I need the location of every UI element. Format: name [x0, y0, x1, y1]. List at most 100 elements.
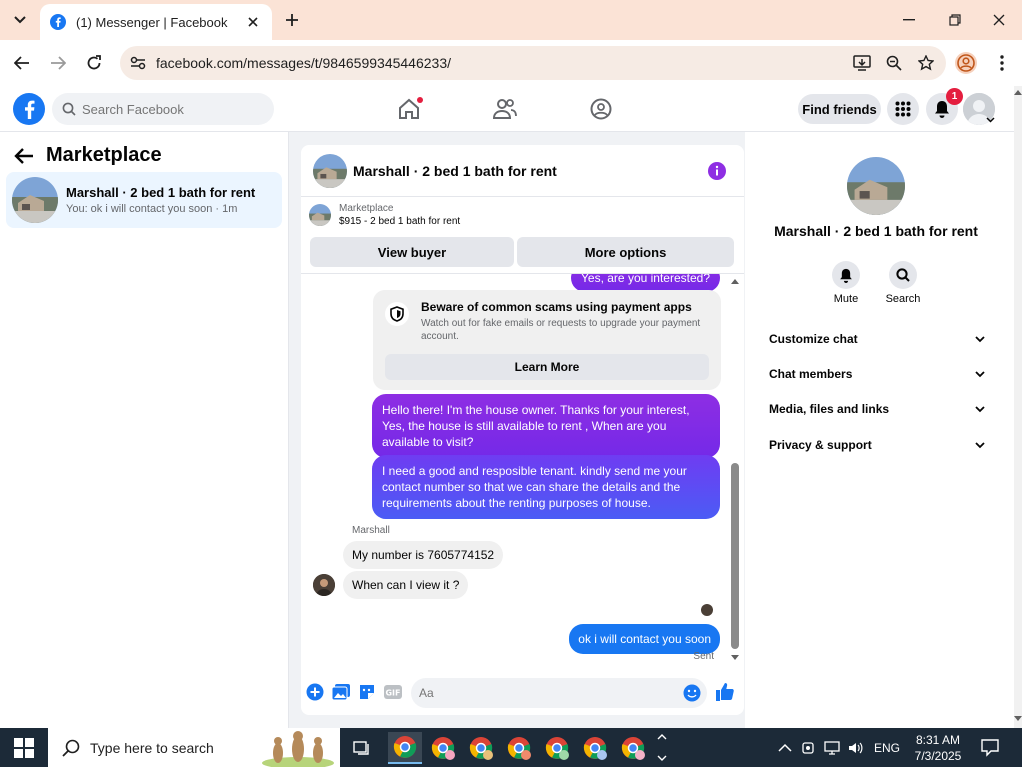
taskbar-clock[interactable]: 8:31 AM 7/3/2025 — [908, 732, 968, 764]
nav-groups[interactable] — [587, 96, 615, 122]
attach-photo-button[interactable] — [331, 682, 351, 702]
page-scrollbar[interactable] — [1014, 86, 1022, 728]
section-media-files-links[interactable]: Media, files and links — [769, 402, 985, 416]
scrollbar-thumb[interactable] — [731, 463, 739, 649]
clock-date: 7/3/2025 — [914, 749, 962, 763]
task-view-button[interactable] — [346, 732, 380, 764]
message-input[interactable] — [419, 686, 669, 700]
meet-now-icon[interactable] — [802, 741, 814, 755]
back-button[interactable] — [10, 51, 34, 75]
message-bubble-outgoing: I need a good and resposible tenant. kin… — [372, 455, 720, 519]
section-chat-members[interactable]: Chat members — [769, 367, 985, 381]
scroll-down-icon[interactable] — [1014, 716, 1022, 721]
facebook-search-box[interactable] — [52, 93, 274, 125]
taskbar-overflow-scroller[interactable] — [655, 730, 669, 765]
emoji-icon[interactable] — [683, 684, 701, 702]
volume-icon[interactable] — [848, 741, 864, 755]
scroll-up-icon[interactable] — [731, 279, 739, 284]
search-label: Search — [885, 293, 921, 305]
section-label: Media, files and links — [769, 402, 890, 416]
add-attachment-button[interactable] — [305, 682, 325, 702]
menu-grid-button[interactable] — [887, 93, 919, 125]
search-action[interactable]: Search — [878, 261, 928, 305]
site-info-icon[interactable] — [128, 53, 148, 73]
reload-button[interactable] — [82, 51, 106, 75]
forward-button[interactable] — [46, 51, 70, 75]
like-button[interactable] — [715, 682, 735, 702]
chat-title[interactable]: Marshall · 2 bed 1 bath for rent — [353, 163, 557, 179]
tab-close-button[interactable] — [244, 13, 262, 31]
taskbar-chrome-1[interactable] — [388, 732, 422, 764]
new-tab-button[interactable] — [280, 8, 304, 32]
bookmark-star-icon[interactable] — [914, 51, 938, 75]
browser-toolbar: facebook.com/messages/t/9846599345446233… — [0, 40, 1022, 86]
mute-label: Mute — [833, 293, 859, 305]
mute-action[interactable]: Mute — [821, 261, 871, 305]
profile-icon — [955, 52, 977, 74]
nav-home[interactable] — [395, 96, 423, 122]
grid-menu-icon — [895, 101, 911, 117]
scroll-down-icon[interactable] — [731, 655, 739, 660]
section-privacy-support[interactable]: Privacy & support — [769, 438, 985, 452]
taskbar-chrome-6[interactable] — [578, 732, 612, 764]
chevron-down-icon — [975, 441, 985, 448]
facebook-favicon-icon — [50, 14, 66, 30]
facebook-search-input[interactable] — [82, 101, 262, 117]
section-customize-chat[interactable]: Customize chat — [769, 332, 985, 346]
close-window-button[interactable] — [976, 0, 1022, 40]
nav-friends[interactable] — [491, 96, 519, 122]
minimize-button[interactable] — [886, 0, 932, 40]
search-icon — [889, 261, 917, 289]
chat-thumbnail[interactable] — [313, 153, 347, 188]
message-input-box[interactable] — [411, 678, 707, 708]
taskbar-chrome-3[interactable] — [464, 732, 498, 764]
listing-price: $915 - 2 bed 1 bath for rent — [339, 216, 461, 227]
tab-search-dropdown[interactable] — [8, 8, 32, 32]
shield-icon — [385, 302, 409, 326]
notification-center-button[interactable] — [980, 737, 1002, 759]
taskbar-chrome-2[interactable] — [426, 732, 460, 764]
browser-profile-button[interactable] — [954, 51, 978, 75]
taskbar-chrome-5[interactable] — [540, 732, 574, 764]
browser-tab-messenger[interactable]: (1) Messenger | Facebook — [40, 4, 272, 40]
taskbar-search-box[interactable]: Type here to search — [48, 728, 340, 767]
install-app-icon[interactable] — [850, 51, 874, 75]
input-language[interactable]: ENG — [874, 741, 900, 755]
conversation-item-marshall[interactable]: Marshall · 2 bed 1 bath for rent You: ok… — [6, 172, 282, 228]
address-bar[interactable]: facebook.com/messages/t/9846599345446233… — [120, 46, 946, 80]
gif-button[interactable]: GIF — [383, 682, 403, 702]
find-friends-button[interactable]: Find friends — [798, 94, 881, 124]
plus-icon — [286, 14, 298, 26]
message-scrollbar[interactable] — [729, 273, 741, 665]
facebook-logo-icon[interactable] — [13, 93, 45, 125]
scroll-up-icon[interactable] — [1014, 90, 1022, 95]
chrome-profile-icon — [545, 737, 569, 760]
show-hidden-icons-icon[interactable] — [778, 743, 792, 752]
view-buyer-button[interactable]: View buyer — [310, 237, 514, 267]
chrome-icon — [393, 736, 417, 758]
more-options-button[interactable]: More options — [517, 237, 734, 267]
account-chevron-icon[interactable] — [986, 117, 995, 123]
notification-badge: 1 — [946, 88, 963, 105]
windows-start-icon[interactable] — [14, 738, 34, 758]
browser-menu-button[interactable] — [990, 51, 1014, 75]
zoom-icon[interactable] — [882, 51, 906, 75]
network-icon[interactable] — [824, 740, 840, 755]
browser-tabbar: (1) Messenger | Facebook — [0, 0, 1022, 40]
conversation-name: Marshall · 2 bed 1 bath for rent — [66, 185, 256, 200]
photo-icon — [332, 684, 350, 700]
sender-avatar[interactable] — [313, 574, 335, 596]
taskbar-chrome-4[interactable] — [502, 732, 536, 764]
back-arrow-icon[interactable] — [14, 147, 34, 164]
chat-details-thumbnail — [847, 157, 905, 215]
house-image — [309, 204, 331, 226]
chevron-down-icon — [975, 405, 985, 412]
taskbar-chrome-7[interactable] — [616, 732, 650, 764]
sticker-button[interactable] — [357, 682, 377, 702]
info-icon[interactable] — [707, 161, 727, 181]
listing-summary[interactable]: Marketplace $915 - 2 bed 1 bath for rent — [309, 203, 460, 227]
maximize-button[interactable] — [932, 0, 978, 40]
learn-more-button[interactable]: Learn More — [385, 354, 709, 380]
listing-thumbnail — [309, 204, 331, 226]
scam-warning-description: Watch out for fake emails or requests to… — [421, 318, 701, 342]
